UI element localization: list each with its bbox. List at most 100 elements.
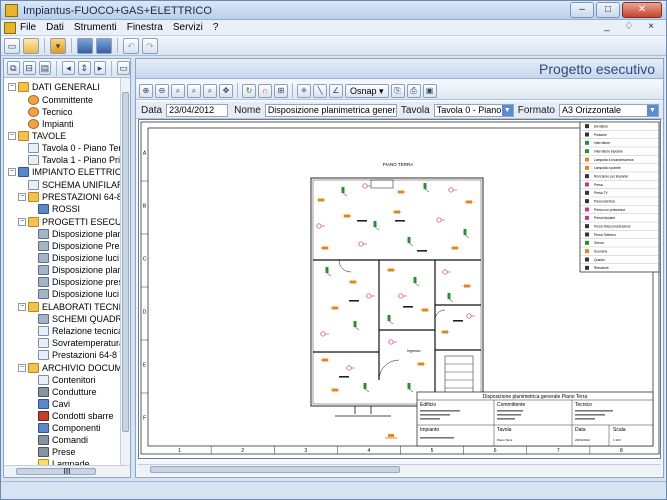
- collapse-toggle-icon[interactable]: −: [8, 168, 16, 176]
- tree-node[interactable]: Tavola 0 - Piano Terra: [18, 142, 122, 154]
- save-all-icon[interactable]: [96, 37, 112, 54]
- move-updown-icon[interactable]: ⇕: [77, 61, 91, 75]
- tree-node[interactable]: SCHEMI QUADRI: [28, 313, 122, 325]
- legend-symbol: [585, 232, 589, 237]
- save-icon[interactable]: [77, 37, 93, 54]
- tree-node[interactable]: Impianti: [18, 118, 74, 130]
- zoom-in-icon[interactable]: ⊕: [139, 83, 153, 98]
- collapse-toggle-icon[interactable]: −: [8, 83, 16, 91]
- tree-horizontal-scrollbar[interactable]: III: [4, 465, 130, 477]
- scroll-thumb[interactable]: [150, 466, 400, 473]
- chevron-down-icon[interactable]: ▼: [501, 104, 513, 116]
- tree-node[interactable]: − PROGETTI ESECUTIVI: [18, 216, 122, 228]
- menu-help[interactable]: ?: [213, 22, 219, 33]
- tree-node[interactable]: Disposizione luci e: [28, 252, 122, 264]
- open-folder-icon[interactable]: [23, 37, 39, 54]
- name-field[interactable]: Disposizione planimetrica generale Pia..…: [264, 103, 397, 117]
- tree-node[interactable]: Disposizione planim: [28, 228, 122, 240]
- scroll-thumb[interactable]: [122, 92, 129, 432]
- snap-line-icon[interactable]: ╲: [313, 83, 327, 98]
- ortho-icon[interactable]: ⊞: [274, 83, 288, 98]
- collapse-toggle-icon[interactable]: −: [18, 303, 26, 311]
- close-button[interactable]: ✕: [622, 2, 662, 18]
- expand-icon[interactable]: ⧉: [7, 61, 20, 75]
- magnet-icon[interactable]: ∩: [258, 83, 272, 98]
- tree-node[interactable]: − ELABORATI TECNICI: [18, 301, 122, 313]
- tree-node[interactable]: ROSSI: [28, 203, 80, 215]
- chevron-down-icon[interactable]: ▼: [646, 104, 658, 116]
- tree-node[interactable]: − DATI GENERALI: [8, 81, 100, 93]
- user-icon: [28, 119, 39, 129]
- table-icon[interactable]: ▾: [50, 37, 66, 54]
- tree-node[interactable]: Prese: [28, 446, 76, 458]
- new-icon[interactable]: ▭: [4, 37, 20, 54]
- undo-icon[interactable]: ↶: [123, 37, 139, 54]
- floor-plan-svg[interactable]: 12345678 ABCDEF PIANO TERRA Ingresso Dev…: [139, 120, 661, 459]
- collapse-toggle-icon[interactable]: −: [18, 218, 26, 226]
- tree-node[interactable]: Committente: [18, 94, 93, 106]
- drawing-horizontal-scrollbar[interactable]: [138, 464, 661, 475]
- tree-node[interactable]: Disposizione luci e: [28, 288, 122, 300]
- tree-node[interactable]: − ARCHIVIO DOCUMENT: [18, 362, 122, 374]
- zoom-all-icon[interactable]: ⌕: [203, 83, 217, 98]
- mdi-controls[interactable]: _ ♢ ×: [604, 21, 660, 32]
- menu-dati[interactable]: Dati: [46, 22, 64, 33]
- collapse-toggle-icon[interactable]: −: [18, 193, 26, 201]
- tree-node[interactable]: − TAVOLE: [8, 130, 66, 142]
- tree-node[interactable]: Cavi: [28, 398, 70, 410]
- tree-node[interactable]: Sovratemperatura: [28, 337, 122, 349]
- tree-node[interactable]: Relazione tecnica: [28, 325, 122, 337]
- document-icon[interactable]: [4, 21, 16, 34]
- tree-node[interactable]: Condotti sbarre: [28, 410, 114, 422]
- tavola-select[interactable]: Tavola 0 - Piano ... ▼: [433, 103, 514, 117]
- prev-icon[interactable]: ◂: [62, 61, 75, 75]
- minimize-button[interactable]: –: [570, 2, 594, 18]
- tree-node[interactable]: Tecnico: [18, 106, 73, 118]
- tree-node[interactable]: Disposizione planim: [28, 264, 122, 276]
- menu-servizi[interactable]: Servizi: [173, 22, 203, 33]
- tree-node[interactable]: SCHEMA UNIFILARE: [18, 179, 122, 191]
- tree-node[interactable]: Disposizione Prese: [28, 240, 122, 252]
- tree-node[interactable]: Comandi: [28, 434, 88, 446]
- scroll-thumb[interactable]: [16, 468, 96, 475]
- tree-node[interactable]: − PRESTAZIONI 64-8 V3: [18, 191, 122, 203]
- snap-center-icon[interactable]: ✳: [297, 83, 311, 98]
- tavola-value: Tavola 0 - Piano ...: [436, 104, 512, 115]
- tree-node[interactable]: Condutture: [28, 386, 97, 398]
- tree-node[interactable]: Disposizione prese: [28, 276, 122, 288]
- snap-angle-icon[interactable]: ∠: [329, 83, 343, 98]
- title-bar[interactable]: Impiantus-FUOCO+GAS+ELETTRICO – □ ✕: [1, 1, 666, 20]
- collapse-toggle-icon[interactable]: −: [8, 132, 16, 140]
- tree-node[interactable]: Contenitori: [28, 374, 96, 386]
- mod-icon: [38, 277, 49, 287]
- formato-select[interactable]: A3 Orizzontale ▼: [558, 103, 659, 117]
- menu-finestra[interactable]: Finestra: [127, 22, 163, 33]
- collapse-toggle-icon[interactable]: −: [18, 364, 26, 372]
- zoom-window-icon[interactable]: ⌕: [171, 83, 185, 98]
- tree-node[interactable]: Prestazioni 64-8 V: [28, 349, 122, 361]
- zoom-extents-icon[interactable]: ⌕: [187, 83, 201, 98]
- tree-node[interactable]: Tavola 1 - Piano Primo: [18, 154, 122, 166]
- menu-strumenti[interactable]: Strumenti: [74, 22, 117, 33]
- tree-node[interactable]: − IMPIANTO ELETTRICO: [8, 166, 122, 178]
- print-preview-icon[interactable]: ▣: [422, 83, 437, 98]
- osnap-dropdown[interactable]: Osnap ▾: [345, 83, 389, 98]
- tree-vertical-scrollbar[interactable]: [120, 78, 130, 466]
- menu-file[interactable]: File: [20, 22, 36, 33]
- collapse-icon[interactable]: ⊟: [22, 61, 36, 75]
- properties-icon[interactable]: ▤: [38, 61, 52, 75]
- cad-drawing-canvas[interactable]: 12345678 ABCDEF PIANO TERRA Ingresso Dev…: [138, 119, 661, 459]
- export-icon[interactable]: ⎘: [390, 83, 405, 98]
- window-icon[interactable]: ▭: [117, 61, 131, 75]
- print-icon[interactable]: ⎙: [406, 83, 421, 98]
- zoom-out-icon[interactable]: ⊖: [155, 83, 169, 98]
- date-field[interactable]: 23/04/2012: [166, 103, 229, 117]
- next-icon[interactable]: ▸: [93, 61, 107, 75]
- pan-icon[interactable]: ✥: [219, 83, 233, 98]
- legend-symbol: [585, 224, 589, 229]
- toolbar-separator: [44, 38, 45, 53]
- maximize-button[interactable]: □: [596, 2, 620, 18]
- redo-icon[interactable]: ↷: [142, 37, 158, 54]
- rotate-icon[interactable]: ↻: [242, 83, 256, 98]
- tree-node[interactable]: Componenti: [28, 422, 101, 434]
